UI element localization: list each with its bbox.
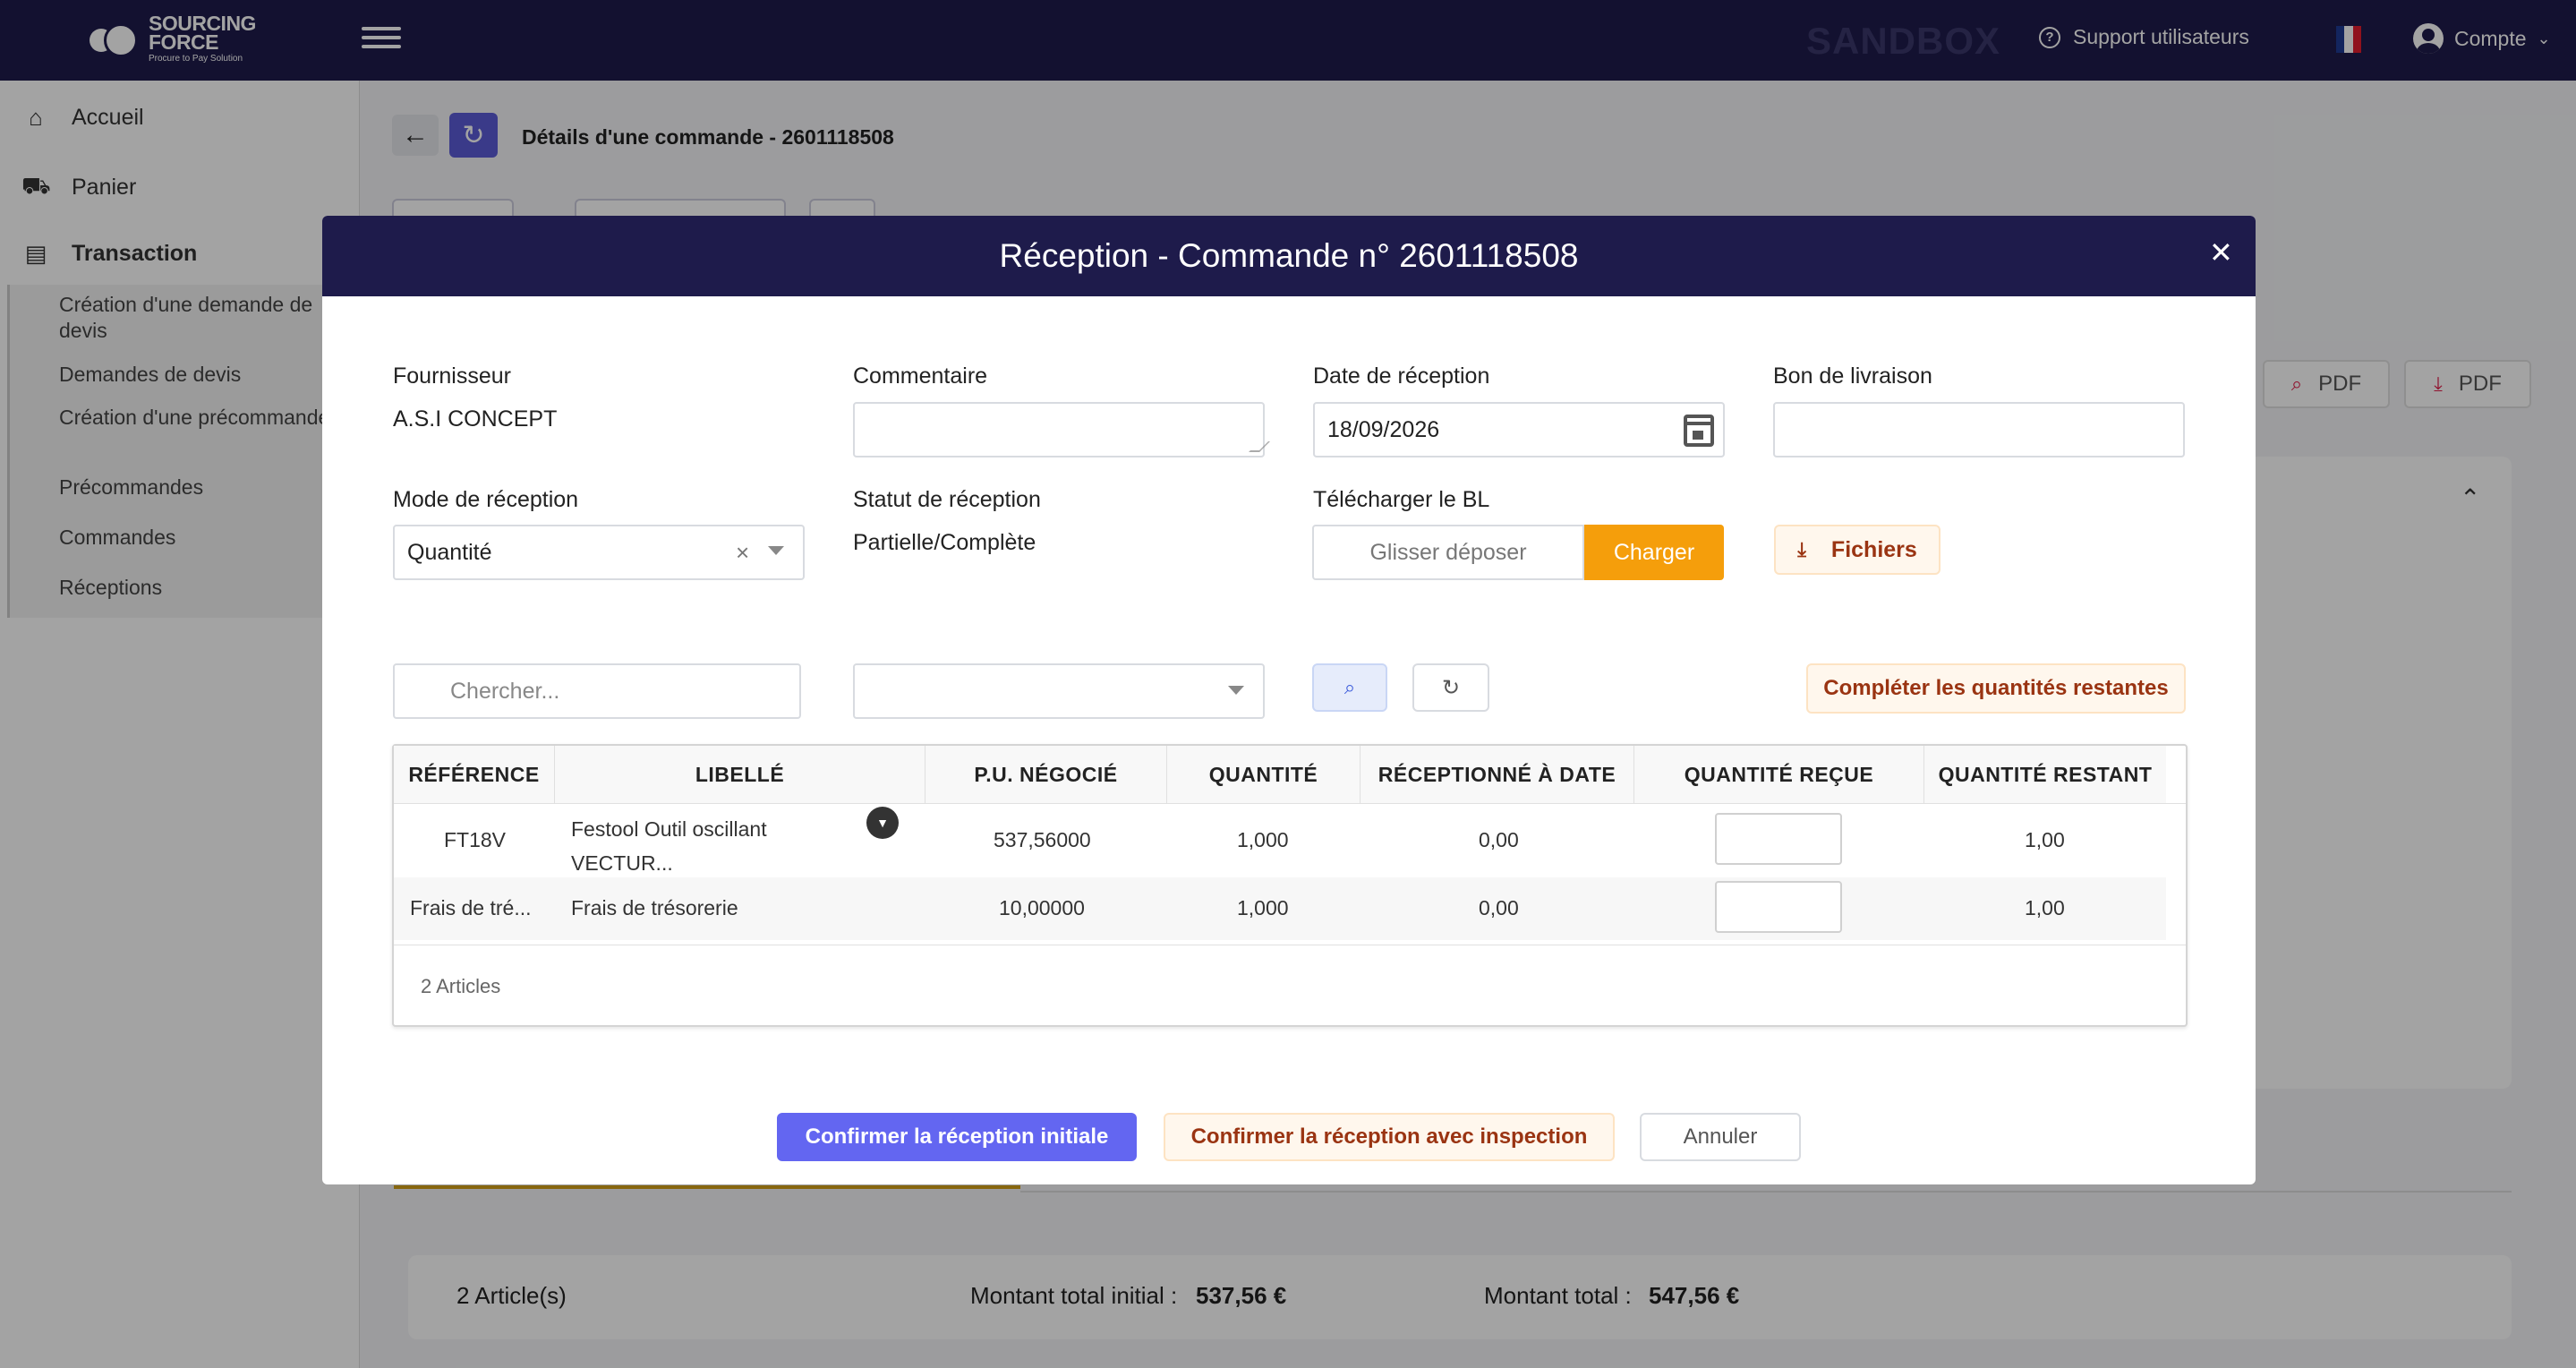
upload-label: Télécharger le BL bbox=[1313, 487, 1490, 512]
search-button[interactable]: ⌕ bbox=[1312, 663, 1387, 712]
col-reference[interactable]: RÉFÉRENCE bbox=[394, 746, 555, 803]
col-libelle[interactable]: LIBELLÉ bbox=[555, 746, 925, 803]
calendar-icon[interactable] bbox=[1684, 415, 1714, 447]
cell-ref: Frais de tré... bbox=[410, 896, 532, 919]
cell-pu: 537,56000 bbox=[994, 828, 1091, 851]
search-icon: ⌕ bbox=[1343, 676, 1356, 698]
statut-label: Statut de réception bbox=[853, 487, 1041, 512]
charger-button[interactable]: Charger bbox=[1584, 525, 1724, 580]
cell-qte: 1,000 bbox=[1237, 828, 1289, 851]
cell-libelle: Festool Outil oscillant VECTUR... bbox=[571, 817, 767, 875]
cell-recu-date: 0,00 bbox=[1479, 828, 1519, 851]
close-icon[interactable]: ✕ bbox=[2209, 235, 2233, 269]
col-quantite[interactable]: QUANTITÉ bbox=[1167, 746, 1361, 803]
cell-ref: FT18V bbox=[444, 828, 507, 851]
fichiers-button[interactable]: ⤓ Fichiers bbox=[1774, 525, 1941, 575]
cancel-button[interactable]: Annuler bbox=[1640, 1113, 1801, 1161]
search-input[interactable]: Chercher... bbox=[393, 663, 801, 719]
confirm-initial-button[interactable]: Confirmer la réception initiale bbox=[777, 1113, 1137, 1161]
table-count: 2 Articles bbox=[421, 975, 501, 997]
items-table: RÉFÉRENCE LIBELLÉ P.U. NÉGOCIÉ QUANTITÉ … bbox=[392, 744, 2188, 1027]
cell-libelle: Frais de trésorerie bbox=[571, 896, 738, 919]
col-pu[interactable]: P.U. NÉGOCIÉ bbox=[925, 746, 1167, 803]
fournisseur-label: Fournisseur bbox=[393, 363, 511, 389]
chevron-down-icon[interactable] bbox=[1228, 686, 1244, 695]
bon-livraison-field[interactable] bbox=[1773, 402, 2185, 457]
filter-select[interactable] bbox=[853, 663, 1265, 719]
refresh-icon: ↻ bbox=[1441, 675, 1461, 700]
statut-value: Partielle/Complète bbox=[853, 530, 1036, 555]
modal-header: Réception - Commande n° 2601118508 ✕ bbox=[322, 216, 2256, 296]
confirm-inspection-button[interactable]: Confirmer la réception avec inspection bbox=[1164, 1113, 1615, 1161]
cell-pu: 10,00000 bbox=[999, 896, 1085, 919]
commentaire-field[interactable] bbox=[853, 402, 1270, 457]
expand-icon[interactable]: ▼ bbox=[866, 807, 899, 839]
col-recu-date[interactable]: RÉCEPTIONNÉ À DATE bbox=[1361, 746, 1634, 803]
complete-remaining-button[interactable]: Compléter les quantités restantes bbox=[1806, 663, 2186, 714]
commentaire-label: Commentaire bbox=[853, 363, 988, 389]
fournisseur-value: A.S.I CONCEPT bbox=[393, 406, 558, 432]
cell-recu-date: 0,00 bbox=[1479, 896, 1519, 919]
quantity-received-input[interactable] bbox=[1715, 813, 1842, 865]
cell-qte: 1,000 bbox=[1237, 896, 1289, 919]
bon-livraison-label: Bon de livraison bbox=[1773, 363, 1932, 389]
col-qte-recue[interactable]: QUANTITÉ REÇUE bbox=[1634, 746, 1924, 803]
drop-zone[interactable]: Glisser déposer bbox=[1312, 525, 1584, 580]
quantity-received-input[interactable] bbox=[1715, 881, 1842, 933]
reset-button[interactable]: ↻ bbox=[1412, 663, 1489, 712]
col-qte-restant[interactable]: QUANTITÉ RESTANT bbox=[1924, 746, 2166, 803]
mode-label: Mode de réception bbox=[393, 487, 579, 512]
date-field[interactable]: 18/09/2026 bbox=[1313, 402, 1725, 457]
download-icon: ⤓ bbox=[1797, 538, 1806, 560]
modal-title: Réception - Commande n° 2601118508 bbox=[999, 237, 1579, 274]
chevron-down-icon[interactable] bbox=[768, 546, 784, 555]
date-label: Date de réception bbox=[1313, 363, 1490, 389]
cell-restant: 1,00 bbox=[2025, 828, 2065, 851]
clear-icon[interactable]: × bbox=[736, 539, 749, 567]
cell-restant: 1,00 bbox=[2025, 896, 2065, 919]
